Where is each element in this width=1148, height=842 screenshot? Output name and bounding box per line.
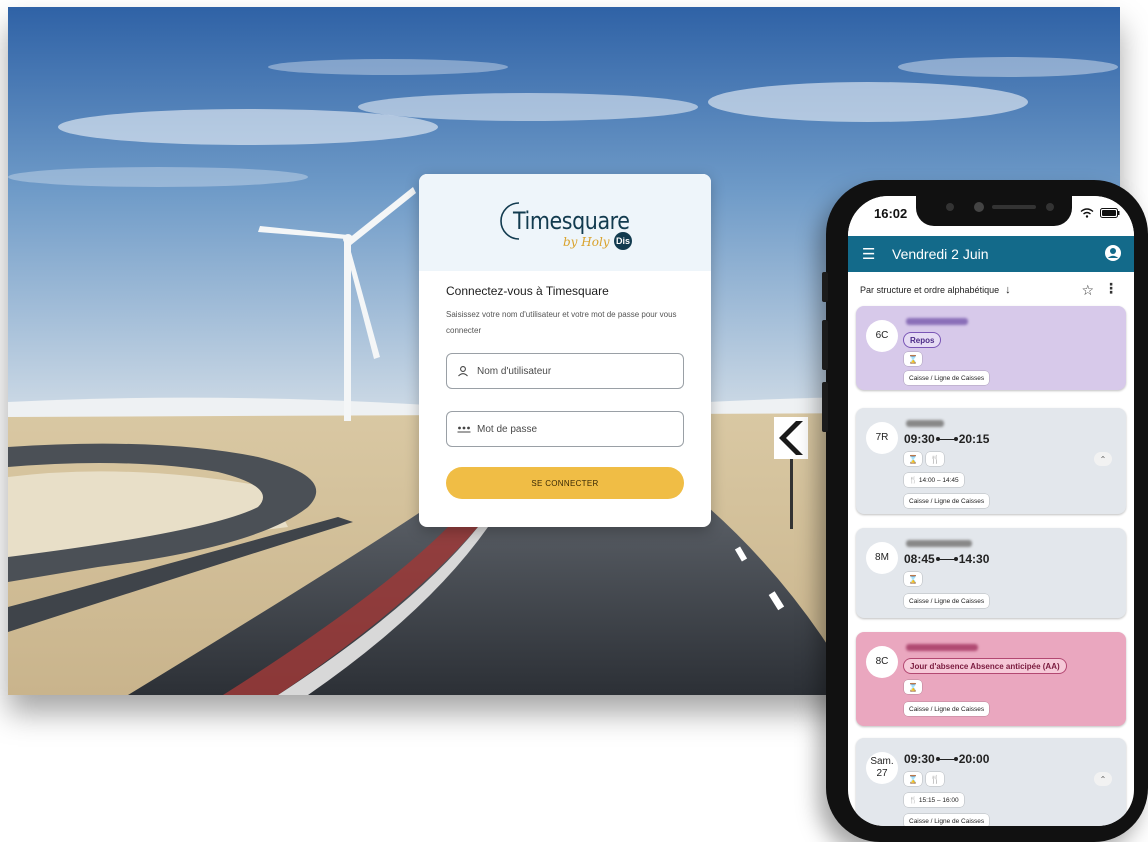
status-time: 16:02 bbox=[874, 206, 908, 221]
employee-name-blurred bbox=[906, 318, 968, 325]
break-time: 15:15 – 16:00 bbox=[918, 796, 959, 804]
location-chip: Caisse / Ligne de Caisses bbox=[904, 594, 990, 608]
shift-end: 14:30 bbox=[958, 552, 990, 566]
phone-screen: 16:02 ☰ Vendredi 2 Juin Par structure et… bbox=[848, 196, 1134, 826]
more-vert-icon[interactable]: ⋮ bbox=[1104, 280, 1118, 297]
schedule-card[interactable]: Sam. 27 09:30 20:00 ⌛ 🍴 🍴 15:15 – 16:00 … bbox=[856, 738, 1126, 826]
location-chip: Caisse / Ligne de Caisses bbox=[904, 814, 990, 826]
status-tag: Repos bbox=[904, 333, 941, 347]
login-header: Timesquare by Holy Dis bbox=[419, 174, 711, 271]
location-chip: Caisse / Ligne de Caisses bbox=[904, 702, 990, 716]
break-chip: 🍴 14:00 – 14:45 bbox=[904, 473, 964, 487]
meal-icon: 🍴 bbox=[926, 772, 944, 786]
sort-toolbar: Par structure et ordre alphabétique ↓ ☆ … bbox=[848, 272, 1134, 308]
time-range-icon bbox=[935, 436, 958, 441]
hourglass-icon: ⌛ bbox=[904, 772, 922, 786]
hourglass-icon: ⌛ bbox=[904, 572, 922, 586]
day-badge: Sam. 27 bbox=[866, 752, 898, 784]
meal-icon: 🍴 bbox=[909, 477, 919, 484]
schedule-card[interactable]: 6C Repos ⌛ Caisse / Ligne de Caisses bbox=[856, 306, 1126, 390]
logo-by-text: by Holy bbox=[563, 234, 610, 249]
battery-icon bbox=[1100, 208, 1120, 218]
location-chip: Caisse / Ligne de Caisses bbox=[904, 371, 990, 385]
shift-start: 09:30 bbox=[904, 752, 935, 766]
shift-end: 20:15 bbox=[958, 432, 990, 446]
shift-time: 09:30 20:15 bbox=[904, 432, 989, 446]
account-icon[interactable] bbox=[1104, 244, 1122, 262]
time-range-icon bbox=[935, 756, 958, 761]
day-badge: 8M bbox=[866, 542, 898, 574]
shift-time: 09:30 20:00 bbox=[904, 752, 989, 766]
schedule-card[interactable]: 8M 08:45 14:30 ⌛ Caisse / Ligne de Caiss… bbox=[856, 528, 1126, 618]
day-badge: 6C bbox=[866, 320, 898, 352]
employee-name-blurred bbox=[906, 540, 972, 547]
day-badge-weekday: Sam. bbox=[870, 756, 894, 767]
meal-icon: 🍴 bbox=[909, 797, 919, 804]
break-time: 14:00 – 14:45 bbox=[918, 476, 959, 484]
app-title: Vendredi 2 Juin bbox=[892, 246, 989, 262]
day-badge: 8C bbox=[866, 646, 898, 678]
password-placeholder: Mot de passe bbox=[477, 423, 538, 435]
shift-start: 08:45 bbox=[904, 552, 935, 566]
hourglass-icon: ⌛ bbox=[904, 680, 922, 694]
wifi-icon bbox=[1080, 208, 1094, 218]
phone-notch bbox=[916, 196, 1072, 226]
chevron-up-icon[interactable]: ⌃ bbox=[1094, 452, 1112, 466]
arrow-down-icon[interactable]: ↓ bbox=[1005, 284, 1011, 296]
phone-volume-down bbox=[822, 382, 828, 432]
login-subtitle: Saisissez votre nom d'utilisateur et vot… bbox=[446, 310, 677, 335]
meal-icon: 🍴 bbox=[926, 452, 944, 466]
username-placeholder: Nom d'utilisateur bbox=[477, 365, 552, 377]
shift-start: 09:30 bbox=[904, 432, 935, 446]
timesquare-logo: Timesquare by Holy Dis bbox=[495, 193, 635, 253]
day-badge-date: 27 bbox=[876, 768, 888, 779]
user-icon bbox=[457, 365, 473, 377]
hourglass-icon: ⌛ bbox=[904, 452, 922, 466]
username-field[interactable]: Nom d'utilisateur bbox=[446, 353, 684, 389]
sort-label[interactable]: Par structure et ordre alphabétique bbox=[860, 285, 999, 295]
phone-side-button bbox=[822, 272, 828, 302]
shift-end: 20:00 bbox=[958, 752, 990, 766]
menu-icon[interactable]: ☰ bbox=[862, 245, 882, 263]
star-icon[interactable]: ☆ bbox=[1081, 282, 1094, 299]
login-card: Timesquare by Holy Dis Connectez-vous à … bbox=[419, 174, 711, 527]
phone-mockup: 16:02 ☰ Vendredi 2 Juin Par structure et… bbox=[822, 180, 1148, 842]
phone-volume-up bbox=[822, 320, 828, 370]
logo-title: Timesquare bbox=[513, 206, 630, 235]
employee-name-blurred bbox=[906, 420, 944, 427]
app-bar: ☰ Vendredi 2 Juin bbox=[848, 236, 1134, 272]
login-title: Connectez-vous à Timesquare bbox=[446, 284, 609, 298]
chevron-up-icon[interactable]: ⌃ bbox=[1094, 772, 1112, 786]
status-bar: 16:02 bbox=[848, 196, 1134, 236]
location-chip: Caisse / Ligne de Caisses bbox=[904, 494, 990, 508]
hourglass-icon: ⌛ bbox=[904, 352, 922, 366]
day-badge: 7R bbox=[866, 422, 898, 454]
break-chip: 🍴 15:15 – 16:00 bbox=[904, 793, 964, 807]
login-button[interactable]: SE CONNECTER bbox=[446, 467, 684, 499]
schedule-card[interactable]: 8C Jour d'absence Absence anticipée (AA)… bbox=[856, 632, 1126, 726]
schedule-card[interactable]: 7R 09:30 20:15 ⌛ 🍴 🍴 14:00 – 14:45 Caiss… bbox=[856, 408, 1126, 514]
time-range-icon bbox=[935, 556, 958, 561]
logo-dis-badge: Dis bbox=[614, 231, 632, 250]
password-field[interactable]: Mot de passe bbox=[446, 411, 684, 447]
employee-name-blurred bbox=[906, 644, 978, 651]
password-dots-icon bbox=[457, 424, 473, 434]
status-tag: Jour d'absence Absence anticipée (AA) bbox=[904, 659, 1066, 673]
shift-time: 08:45 14:30 bbox=[904, 552, 989, 566]
